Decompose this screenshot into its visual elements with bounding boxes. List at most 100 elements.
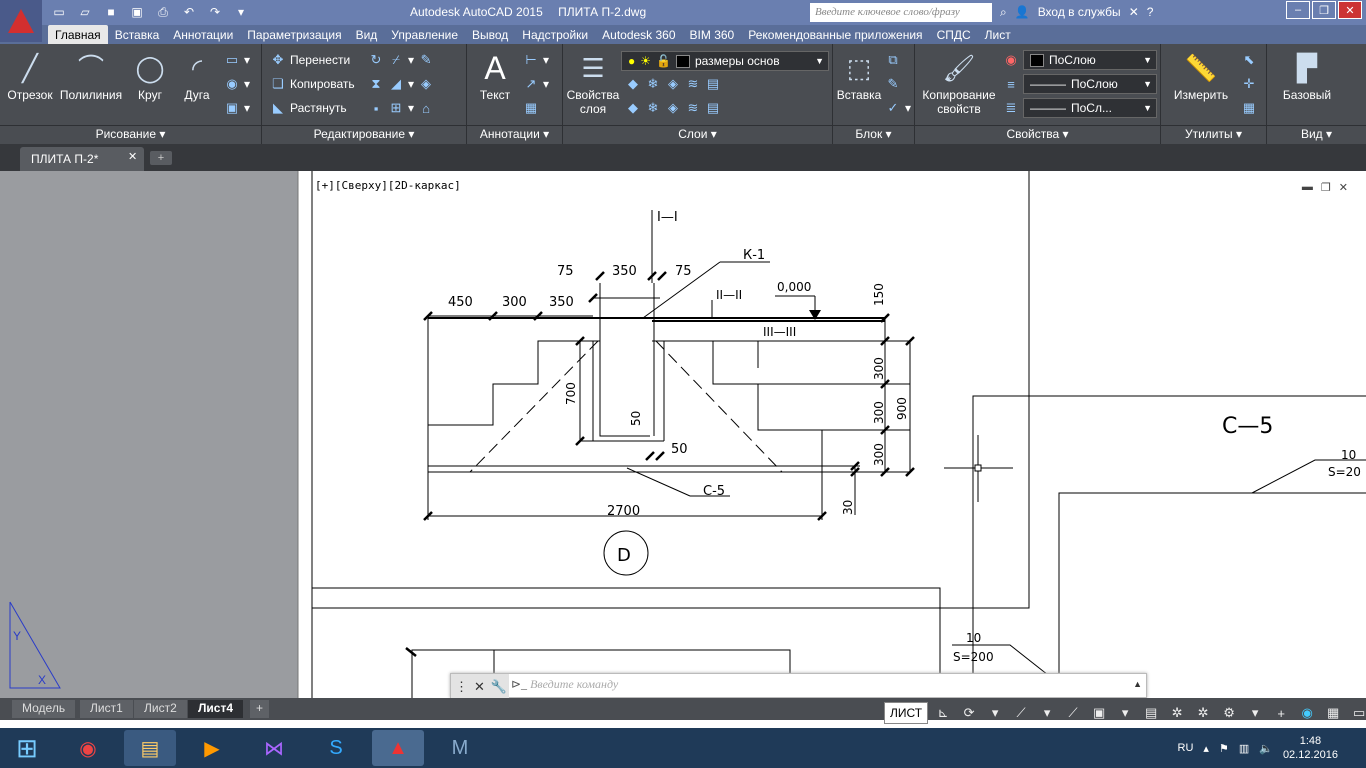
redo-icon[interactable]: ↷ xyxy=(204,2,226,22)
copy-button[interactable]: ❏ Копировать xyxy=(270,76,354,92)
paper-space-toggle[interactable]: ЛИСТ xyxy=(884,702,929,724)
tab-sheet2[interactable]: Лист2 xyxy=(134,700,187,718)
hardware-icon[interactable]: ▦ xyxy=(1322,703,1344,723)
mirror-button[interactable]: ⧗ ◢ ▾ ◈ xyxy=(368,76,434,92)
plot-icon[interactable]: ⎙ xyxy=(152,2,174,22)
visual-studio-icon[interactable]: ⋈ xyxy=(248,730,300,766)
panel-block-title[interactable]: Блок ▾ xyxy=(833,125,914,142)
layer-properties-button[interactable]: ☰ Свойства слоя xyxy=(565,50,621,116)
command-input[interactable]: ⊳_ Введите команду xyxy=(511,677,618,692)
selection-cycle-icon[interactable]: ▾ xyxy=(1114,703,1136,723)
panel-view-title[interactable]: Вид ▾ xyxy=(1267,125,1366,142)
text-button[interactable]: A Текст xyxy=(475,50,515,102)
ribbon-tab-9[interactable]: BIM 360 xyxy=(683,25,742,44)
help-icon[interactable]: ? xyxy=(1147,5,1154,20)
close-command-icon[interactable]: ✕ xyxy=(474,679,485,695)
add-layout-icon[interactable]: + xyxy=(250,700,270,718)
osnap-menu-icon[interactable]: ▾ xyxy=(1036,703,1058,723)
ribbon-tab-7[interactable]: Надстройки xyxy=(515,25,595,44)
lineweight-dropdown[interactable]: ——— ПоСл... ▼ xyxy=(1023,98,1157,118)
panel-layers-title[interactable]: Слои ▾ xyxy=(563,125,832,142)
volume-icon[interactable]: 🔈 xyxy=(1259,742,1273,755)
close-button[interactable]: ✕ xyxy=(1338,1,1362,19)
settings-icon[interactable]: ⚙ xyxy=(1218,703,1240,723)
circle-button[interactable]: ◯ Круг xyxy=(130,50,170,102)
new-tab-button[interactable]: + xyxy=(150,151,172,165)
search-input[interactable]: Введите ключевое слово/фразу xyxy=(810,3,992,22)
minimize-button[interactable]: – xyxy=(1286,1,1310,19)
open-icon[interactable]: ▱ xyxy=(74,2,96,22)
media-player-icon[interactable]: ▶ xyxy=(186,730,238,766)
tab-sheet4[interactable]: Лист4 xyxy=(188,700,244,718)
ribbon-tab-2[interactable]: Аннотации xyxy=(166,25,240,44)
new-icon[interactable]: ▭ xyxy=(48,2,70,22)
mathcad-icon[interactable]: M xyxy=(434,730,486,766)
ribbon-tab-10[interactable]: Рекомендованные приложения xyxy=(741,25,929,44)
table-tool[interactable]: ▦ xyxy=(523,100,539,116)
ribbon-tab-11[interactable]: СПДС xyxy=(930,25,978,44)
block-attributes[interactable]: ✓ ▾ xyxy=(885,100,911,116)
linetype-dropdown[interactable]: ——— ПоСлою ▼ xyxy=(1023,74,1157,94)
ribbon-tab-5[interactable]: Управление xyxy=(384,25,465,44)
network-icon[interactable]: ▥ xyxy=(1239,742,1249,755)
snap-icon[interactable]: ⊾ xyxy=(932,703,954,723)
calc-tool[interactable]: ▦ xyxy=(1241,100,1257,116)
start-button[interactable]: ⊞ xyxy=(0,730,54,766)
panel-properties-title[interactable]: Свойства ▾ xyxy=(915,125,1160,142)
settings-menu-icon[interactable]: ▾ xyxy=(1244,703,1266,723)
clean-screen-icon[interactable]: ▭ xyxy=(1348,703,1366,723)
grip-icon[interactable]: ⋮ xyxy=(455,679,468,695)
create-block[interactable]: ⧉ xyxy=(885,52,901,68)
user-icon[interactable]: 👤 xyxy=(1015,5,1030,20)
ribbon-tab-0[interactable]: Главная xyxy=(48,25,108,44)
maximize-button[interactable]: ❐ xyxy=(1312,1,1336,19)
chrome-icon[interactable]: ◉ xyxy=(62,730,114,766)
ribbon-tab-4[interactable]: Вид xyxy=(349,25,385,44)
viewport-close-icon[interactable]: ✕ xyxy=(1339,181,1348,194)
clock[interactable]: 1:48 02.12.2016 xyxy=(1283,734,1338,762)
layer-dropdown[interactable]: ● ☀ 🔓 размеры основ ▼ xyxy=(621,51,829,71)
ribbon-tab-12[interactable]: Лист xyxy=(978,25,1018,44)
ribbon-tab-8[interactable]: Autodesk 360 xyxy=(595,25,682,44)
panel-annotation-title[interactable]: Аннотации ▾ xyxy=(467,125,562,142)
command-history-icon[interactable]: ▲ xyxy=(1133,679,1142,689)
select-tool[interactable]: ⬉ xyxy=(1241,52,1257,68)
workspace-icon[interactable]: ✲ xyxy=(1192,703,1214,723)
line-button[interactable]: ╱ Отрезок xyxy=(6,50,54,102)
lineweight-toggle-icon[interactable]: ⟋ xyxy=(1062,703,1084,723)
edit-block[interactable]: ✎ xyxy=(885,76,901,92)
osnap-icon[interactable]: ⟋ xyxy=(1010,703,1032,723)
file-tab[interactable]: ПЛИТА П-2* xyxy=(20,147,144,171)
undo-icon[interactable]: ↶ xyxy=(178,2,200,22)
application-menu-button[interactable] xyxy=(0,0,42,42)
measure-button[interactable]: 📏 Измерить xyxy=(1169,50,1233,102)
transparency-icon[interactable]: ▣ xyxy=(1088,703,1110,723)
exchange-icon[interactable]: ✕ xyxy=(1129,5,1139,20)
tab-model[interactable]: Модель xyxy=(12,700,76,718)
isolate-icon[interactable]: ◉ xyxy=(1296,703,1318,723)
explorer-icon[interactable]: ▤ xyxy=(124,730,176,766)
save-icon[interactable]: ■ xyxy=(100,2,122,22)
hatch-tool[interactable]: ◉ ▾ xyxy=(224,76,250,92)
rectangle-tool[interactable]: ▭ ▾ xyxy=(224,52,250,68)
panel-modify-title[interactable]: Редактирование ▾ xyxy=(262,125,466,142)
save-as-icon[interactable]: ▣ xyxy=(126,2,148,22)
flag-icon[interactable]: ⚑ xyxy=(1219,742,1229,755)
skype-icon[interactable]: S xyxy=(310,730,362,766)
plus-icon[interactable]: + xyxy=(1270,703,1292,723)
scale-button[interactable]: ▪ ⊞ ▾ ⌂ xyxy=(368,100,434,116)
region-tool[interactable]: ▣ ▾ xyxy=(224,100,250,116)
drawing-area[interactable]: Y X I—I К-1 75 350 75 II—II 0,000 450 30… xyxy=(0,171,1366,698)
qat-menu-icon[interactable]: ▾ xyxy=(230,2,252,22)
viewport-restore-icon[interactable]: ❐ xyxy=(1321,181,1331,194)
viewport-minimize-icon[interactable]: ▬ xyxy=(1302,181,1313,194)
close-tab-icon[interactable]: ✕ xyxy=(128,150,137,163)
point-tool[interactable]: ✛ xyxy=(1241,76,1257,92)
arc-button[interactable]: ◜ Дуга xyxy=(178,50,216,102)
tab-sheet1[interactable]: Лист1 xyxy=(80,700,133,718)
polyline-button[interactable]: ⌒ Полилиния xyxy=(58,50,124,102)
dimension-tool[interactable]: ⊢ ▾ xyxy=(523,52,549,68)
quick-view-icon[interactable]: ▤ xyxy=(1140,703,1162,723)
viewport-label[interactable]: [+][Сверху][2D-каркас] xyxy=(315,179,461,192)
ribbon-tab-6[interactable]: Вывод xyxy=(465,25,515,44)
